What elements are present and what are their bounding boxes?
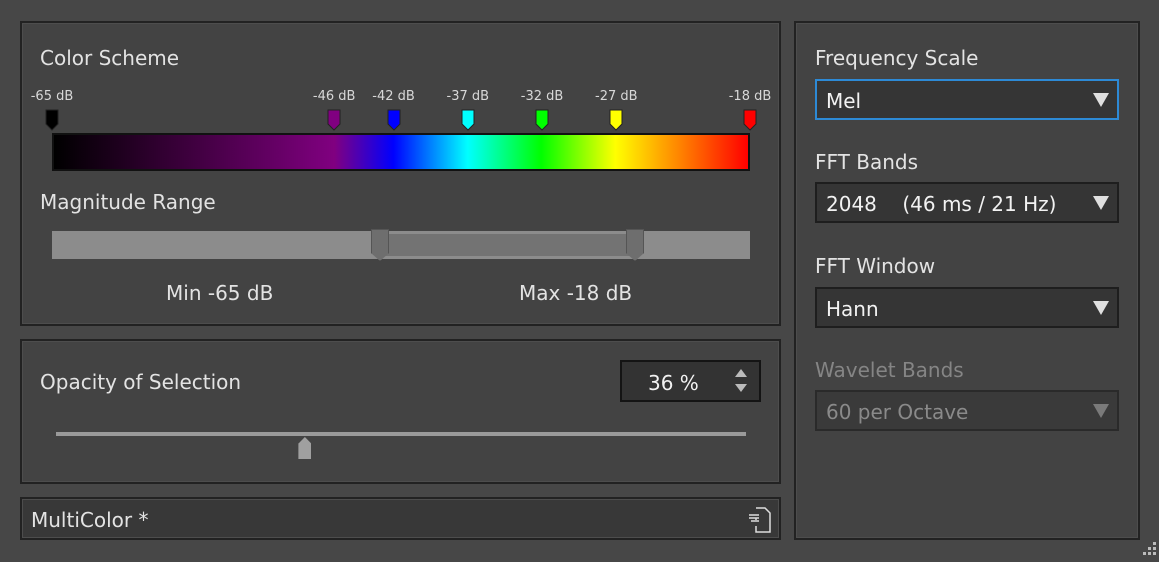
- color-stop-marker[interactable]: [609, 109, 623, 131]
- min-label: Min -65 dB: [166, 281, 274, 305]
- preset-name: MultiColor *: [31, 508, 149, 532]
- frequency-scale-select[interactable]: Mel: [815, 79, 1119, 120]
- color-stop-marker[interactable]: [45, 109, 59, 131]
- magnitude-range-title: Magnitude Range: [40, 190, 216, 214]
- wavelet-bands-value: 60 per Octave: [826, 400, 969, 424]
- color-scheme-title: Color Scheme: [40, 46, 180, 70]
- chevron-down-icon: [1093, 404, 1109, 418]
- color-stop-marker[interactable]: [535, 109, 549, 131]
- wavelet-bands-select: 60 per Octave: [815, 390, 1119, 431]
- chevron-down-icon: [1093, 301, 1109, 315]
- fft-window-label: FFT Window: [815, 254, 936, 278]
- chevron-down-icon: [1093, 196, 1109, 210]
- fft-bands-select[interactable]: 2048 (46 ms / 21 Hz): [815, 182, 1119, 223]
- opacity-slider[interactable]: [56, 432, 746, 459]
- opacity-title: Opacity of Selection: [40, 370, 242, 394]
- color-stop-marker[interactable]: [327, 109, 341, 131]
- fft-bands-label: FFT Bands: [815, 150, 918, 174]
- stop-label: -46 dB: [312, 89, 356, 104]
- wavelet-bands-label: Wavelet Bands: [815, 358, 964, 382]
- fft-bands-value: 2048 (46 ms / 21 Hz): [826, 192, 1057, 216]
- stop-label: -18 dB: [728, 89, 772, 104]
- color-stop-marker[interactable]: [461, 109, 475, 131]
- stop-label: -37 dB: [446, 89, 490, 104]
- color-stop-marker[interactable]: [387, 109, 401, 131]
- spin-up-icon[interactable]: [735, 369, 747, 377]
- stop-label: -42 dB: [372, 89, 415, 104]
- fft-window-select[interactable]: Hann: [815, 287, 1119, 328]
- stop-label: -32 dB: [520, 89, 564, 104]
- document-list-icon[interactable]: [746, 506, 772, 534]
- color-gradient-bar: [52, 133, 750, 171]
- max-label: Max -18 dB: [519, 281, 633, 305]
- frequency-scale-label: Frequency Scale: [815, 46, 979, 70]
- magnitude-range-slider[interactable]: [52, 229, 750, 261]
- opacity-value: 36 %: [648, 371, 699, 395]
- stop-label: -27 dB: [595, 89, 638, 104]
- max-handle[interactable]: [626, 229, 644, 261]
- stop-label: -65 dB: [30, 89, 74, 104]
- color-stop-marker[interactable]: [743, 109, 757, 131]
- resize-grip-icon[interactable]: [1140, 540, 1158, 558]
- opacity-spinbox[interactable]: 36 %: [620, 360, 761, 402]
- min-handle[interactable]: [371, 229, 389, 261]
- spin-down-icon[interactable]: [735, 384, 747, 392]
- frequency-scale-value: Mel: [826, 89, 862, 113]
- chevron-down-icon: [1093, 93, 1109, 107]
- fft-window-value: Hann: [826, 297, 879, 321]
